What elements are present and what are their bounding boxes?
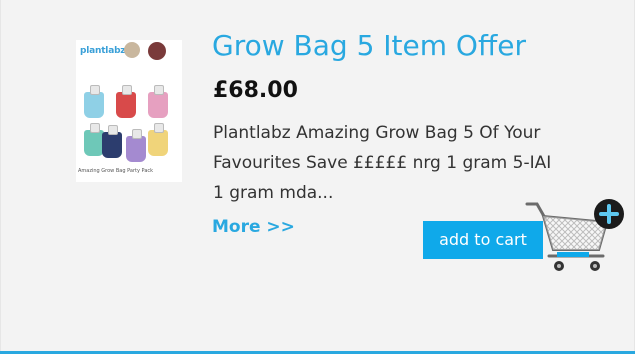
image-bag-red [116, 85, 136, 118]
image-brand-logo: plantlabz [80, 46, 126, 56]
product-image[interactable]: plantlabz Amazing Grow Bag Party Pack [76, 40, 182, 182]
image-logo-badge [124, 42, 140, 58]
image-logo-badge [148, 42, 166, 60]
shopping-cart-plus-icon[interactable] [523, 196, 627, 274]
product-title-link[interactable]: Grow Bag 5 Item Offer [212, 29, 526, 62]
image-bag-purple [126, 129, 146, 162]
product-description: Plantlabz Amazing Grow Bag 5 Of Your Fav… [213, 123, 552, 203]
more-link[interactable]: More >> [212, 217, 295, 237]
image-bag-pink [148, 85, 168, 118]
image-bag-blue [84, 85, 104, 118]
image-bag-yellow [148, 123, 168, 156]
product-price: £68.00 [213, 78, 298, 103]
image-bag-teal [84, 123, 104, 156]
product-card: plantlabz Amazing Grow Bag Party Pack Gr… [0, 0, 635, 354]
image-caption: Amazing Grow Bag Party Pack [78, 168, 154, 174]
image-bag-navy [102, 125, 122, 158]
